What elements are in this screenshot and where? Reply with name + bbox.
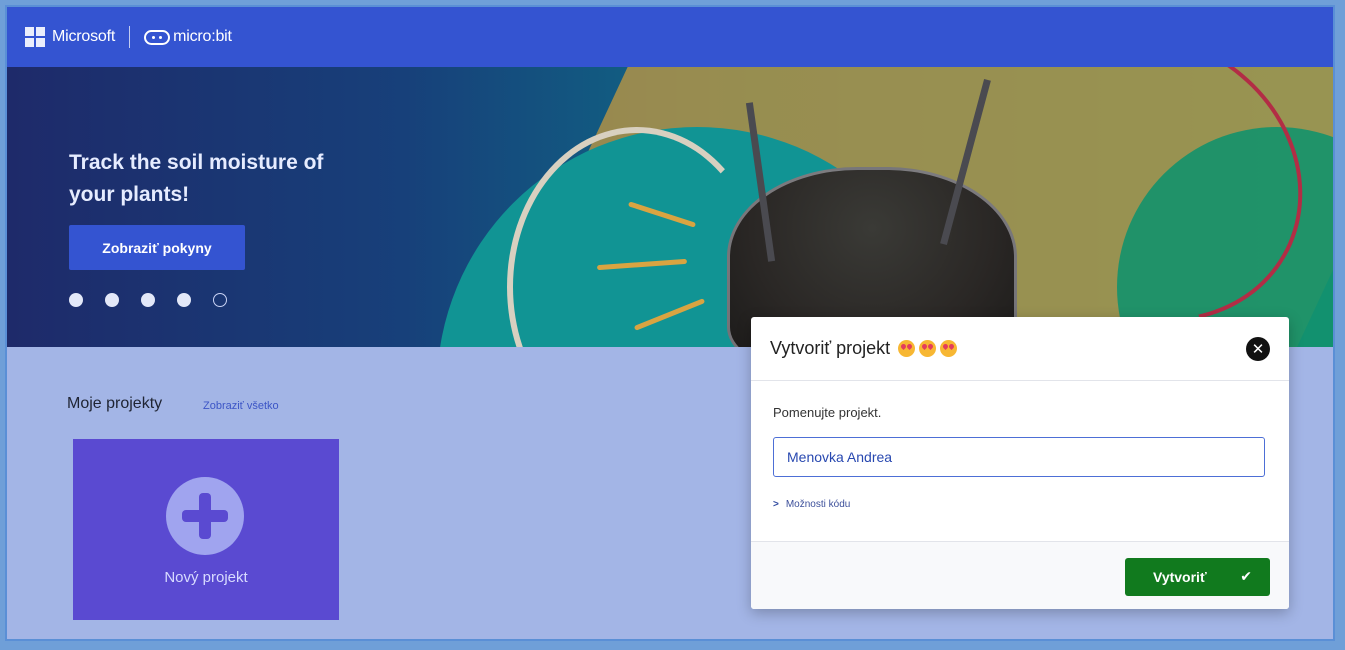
app-frame: Microsoft micro:bit Track the soil moist…	[5, 5, 1335, 641]
dialog-body: Pomenujte projekt. > Možnosti kódu	[751, 381, 1289, 541]
hero-title: Track the soil moisture of your plants!	[69, 151, 324, 206]
microsoft-logo-icon	[25, 27, 45, 47]
carousel-dot[interactable]	[105, 293, 119, 307]
microsoft-label: Microsoft	[52, 28, 116, 45]
project-name-input[interactable]	[773, 437, 1265, 477]
create-button[interactable]: Vytvoriť ✔	[1125, 558, 1270, 596]
checkmark-icon: ✔	[1240, 569, 1252, 585]
create-button-label: Vytvoriť	[1153, 569, 1207, 585]
dialog-header: Vytvoriť projekt ✕	[751, 317, 1289, 381]
show-instructions-button[interactable]: Zobraziť pokyny	[69, 225, 245, 270]
my-projects-heading: Moje projekty	[67, 395, 163, 412]
top-bar: Microsoft micro:bit	[7, 7, 1333, 67]
brand-separator	[129, 26, 131, 48]
emoji-group	[898, 340, 958, 357]
view-all-link[interactable]: Zobraziť všetko	[203, 400, 279, 412]
dialog-title: Vytvoriť projekt	[770, 338, 891, 358]
heart-eyes-emoji-icon	[919, 340, 937, 357]
carousel-dots	[69, 293, 227, 307]
microbit-label: micro:bit	[173, 28, 232, 45]
plus-icon	[166, 477, 244, 555]
microbit-logo-icon	[144, 29, 171, 45]
close-icon[interactable]: ✕	[1246, 337, 1270, 361]
new-project-card[interactable]: Nový projekt	[73, 439, 339, 620]
heart-eyes-emoji-icon	[898, 340, 916, 357]
chevron-right-icon: >	[773, 499, 779, 510]
code-options-label: Možnosti kódu	[785, 499, 851, 510]
new-project-label: Nový projekt	[164, 569, 248, 586]
carousel-dot[interactable]	[141, 293, 155, 307]
carousel-dot[interactable]	[177, 293, 191, 307]
carousel-dot[interactable]	[69, 293, 83, 307]
heart-eyes-emoji-icon	[940, 340, 958, 357]
code-options-toggle[interactable]: > Možnosti kódu	[773, 499, 1267, 510]
hero-banner: Track the soil moisture of your plants! …	[7, 67, 1333, 347]
carousel-dot-active[interactable]	[213, 293, 227, 307]
name-prompt: Pomenujte projekt.	[773, 405, 882, 420]
dialog-footer: Vytvoriť ✔	[751, 541, 1289, 609]
create-project-dialog: Vytvoriť projekt ✕ Pomenujte projekt. > …	[751, 317, 1289, 609]
